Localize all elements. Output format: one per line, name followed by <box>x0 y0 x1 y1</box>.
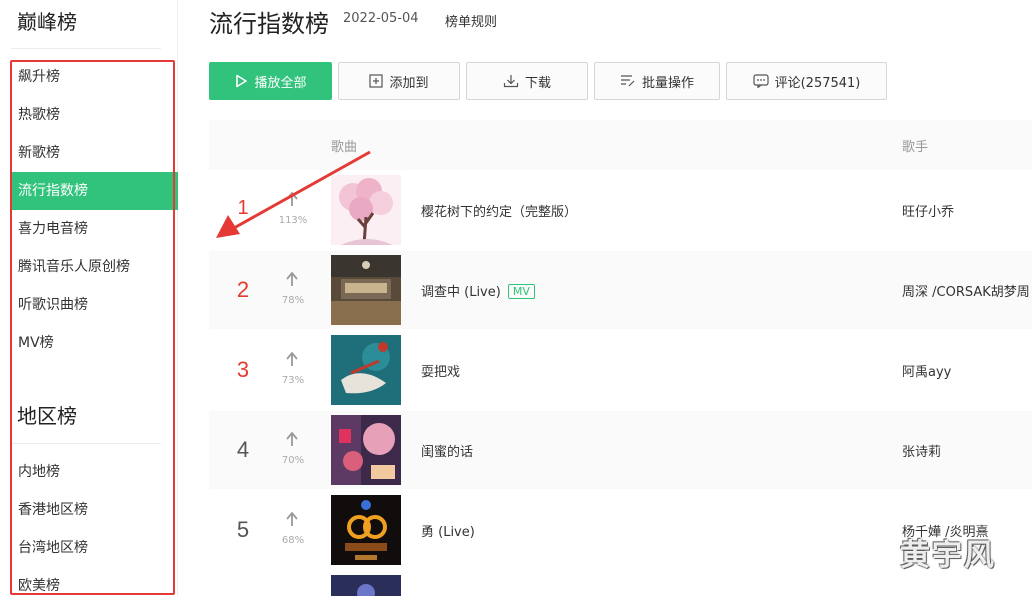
artist-name[interactable]: 周深 /CORSAK胡梦周 <box>902 281 1030 300</box>
trend-percentage: 113% <box>278 215 308 226</box>
song-title-text: 耍把戏 <box>421 365 461 380</box>
trend-up-icon <box>286 271 298 286</box>
artist-name[interactable]: 张诗莉 <box>902 441 941 460</box>
artist-name[interactable]: 旺仔小乔 <box>902 201 954 220</box>
rank-number: 1 <box>237 197 249 219</box>
album-cover[interactable] <box>331 575 401 596</box>
watermark: 黄宇风 <box>900 538 996 573</box>
add-to-button[interactable]: 添加到 <box>338 62 460 100</box>
comments-button[interactable]: 评论(257541) <box>726 62 887 100</box>
trend-percentage: 73% <box>281 375 305 386</box>
sidebar-item-rising[interactable]: 飙升榜 <box>11 58 178 96</box>
rules-link[interactable]: 榜单规则 <box>445 11 497 30</box>
column-header-song: 歌曲 <box>331 140 358 155</box>
album-cover[interactable] <box>331 175 401 245</box>
download-icon <box>503 75 519 88</box>
trend-up-icon <box>286 191 298 206</box>
trend-percentage: 68% <box>281 535 305 546</box>
sidebar-item-western[interactable]: 欧美榜 <box>11 567 178 596</box>
section-title-region: 地区榜 <box>17 404 77 428</box>
table-row[interactable]: 1 113% 樱花树下的约定（完整版） 旺仔小乔 <box>209 171 1032 249</box>
sidebar: 巅峰榜 飙升榜 热歌榜 新歌榜 流行指数榜 喜力电音榜 腾讯音乐人原创榜 听歌识… <box>0 0 178 596</box>
comment-icon <box>753 74 769 88</box>
add-to-label: 添加到 <box>389 75 429 91</box>
song-title[interactable]: 闺蜜的话 <box>421 441 473 460</box>
play-all-label: 播放全部 <box>254 75 307 91</box>
table-row[interactable]: 3 73% 耍把戏 阿禹ayy <box>209 331 1032 409</box>
play-all-button[interactable]: 播放全部 <box>209 62 332 100</box>
comments-label: 评论(257541) <box>774 75 861 91</box>
sidebar-item-taiwan[interactable]: 台湾地区榜 <box>11 529 178 567</box>
trend-up-icon <box>286 511 298 526</box>
divider <box>11 48 161 49</box>
artist-name[interactable]: 阿禹ayy <box>902 361 951 380</box>
album-cover[interactable] <box>331 255 401 325</box>
album-cover[interactable] <box>331 415 401 485</box>
sidebar-item-pop-index[interactable]: 流行指数榜 <box>11 172 178 210</box>
sidebar-item-new[interactable]: 新歌榜 <box>11 134 178 172</box>
trend-percentage: 70% <box>281 455 305 466</box>
table-row[interactable]: 2 78% 调查中 (Live) MV 周深 /CORSAK胡梦周 <box>209 251 1032 329</box>
batch-operation-label: 批量操作 <box>641 75 694 91</box>
download-label: 下载 <box>524 75 551 91</box>
mv-badge[interactable]: MV <box>507 284 535 299</box>
song-title[interactable]: 调查中 (Live) MV <box>421 281 535 300</box>
song-title[interactable]: 耍把戏 <box>421 361 460 380</box>
sidebar-item-tme-original[interactable]: 腾讯音乐人原创榜 <box>11 248 178 286</box>
song-title-text: 闺蜜的话 <box>421 445 474 460</box>
page-title: 流行指数榜 <box>209 10 329 38</box>
sidebar-item-hongkong[interactable]: 香港地区榜 <box>11 491 178 529</box>
play-icon <box>236 74 248 88</box>
batch-operation-button[interactable]: 批量操作 <box>594 62 720 100</box>
add-icon <box>369 74 384 88</box>
trend-up-icon <box>286 351 298 366</box>
rank-number: 3 <box>236 357 250 382</box>
sidebar-item-heineken-edm[interactable]: 喜力电音榜 <box>11 210 178 248</box>
album-cover[interactable] <box>331 495 401 565</box>
chart-date: 2022-05-04 <box>343 11 419 26</box>
song-title[interactable]: 勇 (Live) <box>421 521 475 540</box>
table-row[interactable]: 4 70% 闺蜜的话 张诗莉 <box>209 411 1032 489</box>
sidebar-item-mv[interactable]: MV榜 <box>11 324 178 362</box>
song-title-text: 樱花树下的约定（完整版） <box>421 205 578 220</box>
sidebar-item-hot[interactable]: 热歌榜 <box>11 96 178 134</box>
album-cover[interactable] <box>331 335 401 405</box>
download-button[interactable]: 下载 <box>466 62 588 100</box>
divider <box>11 443 161 444</box>
sidebar-item-song-recognition[interactable]: 听歌识曲榜 <box>11 286 178 324</box>
song-title[interactable]: 樱花树下的约定（完整版） <box>421 201 577 220</box>
sidebar-item-mainland[interactable]: 内地榜 <box>11 453 178 491</box>
trend-up-icon <box>286 431 298 446</box>
song-title-text: 调查中 (Live) <box>421 285 501 300</box>
rank-number: 2 <box>236 277 250 302</box>
song-title-text: 勇 (Live) <box>421 525 475 540</box>
rank-number: 5 <box>236 517 250 542</box>
section-title-peak: 巅峰榜 <box>17 10 77 34</box>
column-header-artist: 歌手 <box>902 140 929 155</box>
rank-number: 4 <box>236 437 250 462</box>
batch-list-icon <box>620 75 635 87</box>
trend-percentage: 78% <box>281 295 305 306</box>
